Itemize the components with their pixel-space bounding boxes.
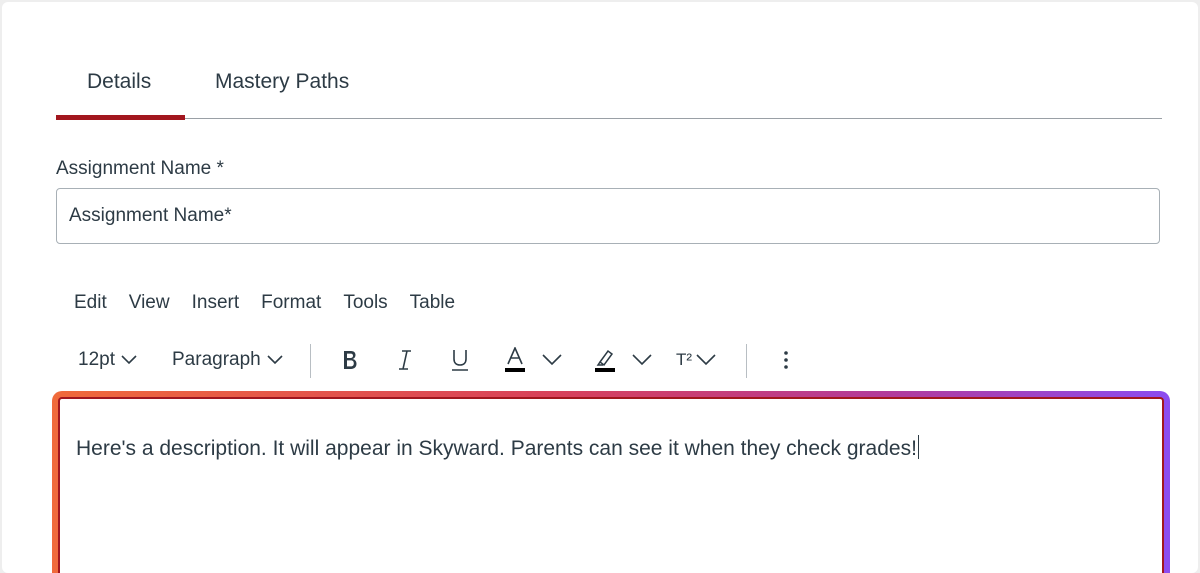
superscript-button[interactable]: T²: [676, 342, 716, 378]
active-tab-indicator: [56, 115, 185, 120]
chevron-down-icon: [121, 355, 137, 365]
italic-button[interactable]: [396, 342, 414, 378]
bold-button[interactable]: [340, 342, 360, 378]
bold-icon: [344, 351, 357, 369]
menu-edit[interactable]: Edit: [74, 292, 107, 314]
superscript-label: T²: [676, 350, 693, 369]
toolbar-divider: [310, 344, 311, 378]
assignment-name-value: Assignment Name*: [69, 205, 232, 226]
more-vertical-icon: [784, 351, 788, 369]
chevron-down-icon: [632, 354, 652, 366]
more-options-button[interactable]: [776, 342, 796, 378]
block-format-select[interactable]: Paragraph: [172, 342, 283, 378]
italic-icon: [399, 350, 411, 370]
assignment-name-input[interactable]: Assignment Name*: [56, 188, 1160, 244]
menu-view[interactable]: View: [129, 292, 170, 314]
toolbar-divider: [746, 344, 747, 378]
tab-mastery-paths[interactable]: Mastery Paths: [215, 70, 349, 94]
tab-bar: Details Mastery Paths: [56, 64, 1162, 120]
chevron-down-icon: [542, 354, 562, 366]
menu-tools[interactable]: Tools: [343, 292, 387, 314]
menu-insert[interactable]: Insert: [192, 292, 240, 314]
underline-button[interactable]: [450, 342, 470, 378]
font-size-value: 12pt: [78, 349, 115, 370]
text-color-icon: [505, 347, 525, 372]
assignment-edit-panel: Details Mastery Paths Assignment Name * …: [2, 2, 1198, 573]
highlighter-icon: [595, 349, 615, 372]
assignment-name-label: Assignment Name *: [56, 158, 224, 179]
editor-toolbar: 12pt Paragraph T²: [74, 342, 814, 378]
text-color-button[interactable]: [504, 342, 562, 378]
block-format-value: Paragraph: [172, 349, 261, 370]
chevron-down-icon: [267, 355, 283, 365]
font-size-select[interactable]: 12pt: [78, 342, 137, 378]
rich-content-editor[interactable]: Here's a description. It will appear in …: [58, 397, 1164, 573]
editor-content: Here's a description. It will appear in …: [76, 435, 919, 461]
highlight-color-button[interactable]: [594, 342, 652, 378]
editor-menubar: Edit View Insert Format Tools Table: [74, 292, 477, 314]
editor-focus-ring: Here's a description. It will appear in …: [52, 391, 1170, 573]
editor-content-text: Here's a description. It will appear in …: [76, 437, 917, 460]
text-caret: [917, 435, 919, 459]
menu-table[interactable]: Table: [410, 292, 455, 314]
menu-format[interactable]: Format: [261, 292, 321, 314]
tab-details[interactable]: Details: [87, 70, 151, 94]
chevron-down-icon: [696, 354, 716, 366]
underline-icon: [452, 350, 468, 371]
